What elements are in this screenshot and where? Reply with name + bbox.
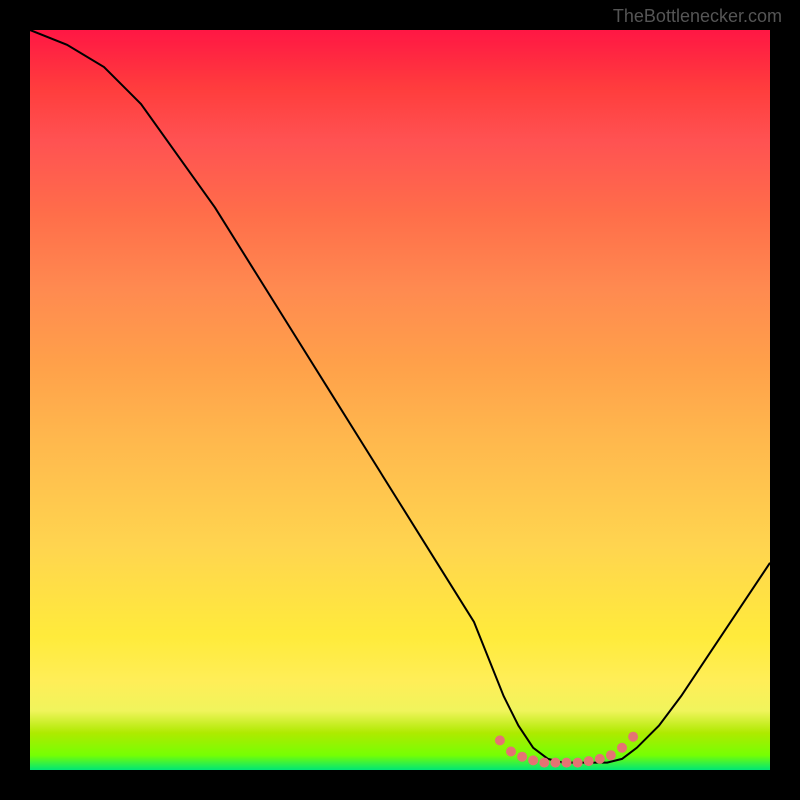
optimal-dot bbox=[584, 756, 594, 766]
optimal-dot bbox=[573, 758, 583, 768]
bottleneck-curve-line bbox=[30, 30, 770, 763]
optimal-dot bbox=[528, 755, 538, 765]
optimal-dot bbox=[495, 735, 505, 745]
optimal-dot bbox=[617, 743, 627, 753]
optimal-dot bbox=[506, 747, 516, 757]
watermark-text: TheBottlenecker.com bbox=[613, 6, 782, 27]
chart-plot-area bbox=[30, 30, 770, 770]
optimal-dot bbox=[595, 754, 605, 764]
optimal-dot bbox=[539, 758, 549, 768]
optimal-dot bbox=[517, 752, 527, 762]
optimal-dot bbox=[628, 732, 638, 742]
optimal-dot bbox=[606, 750, 616, 760]
optimal-dot bbox=[562, 758, 572, 768]
optimal-dot bbox=[550, 758, 560, 768]
chart-svg bbox=[30, 30, 770, 770]
optimal-range-dots bbox=[495, 732, 638, 768]
